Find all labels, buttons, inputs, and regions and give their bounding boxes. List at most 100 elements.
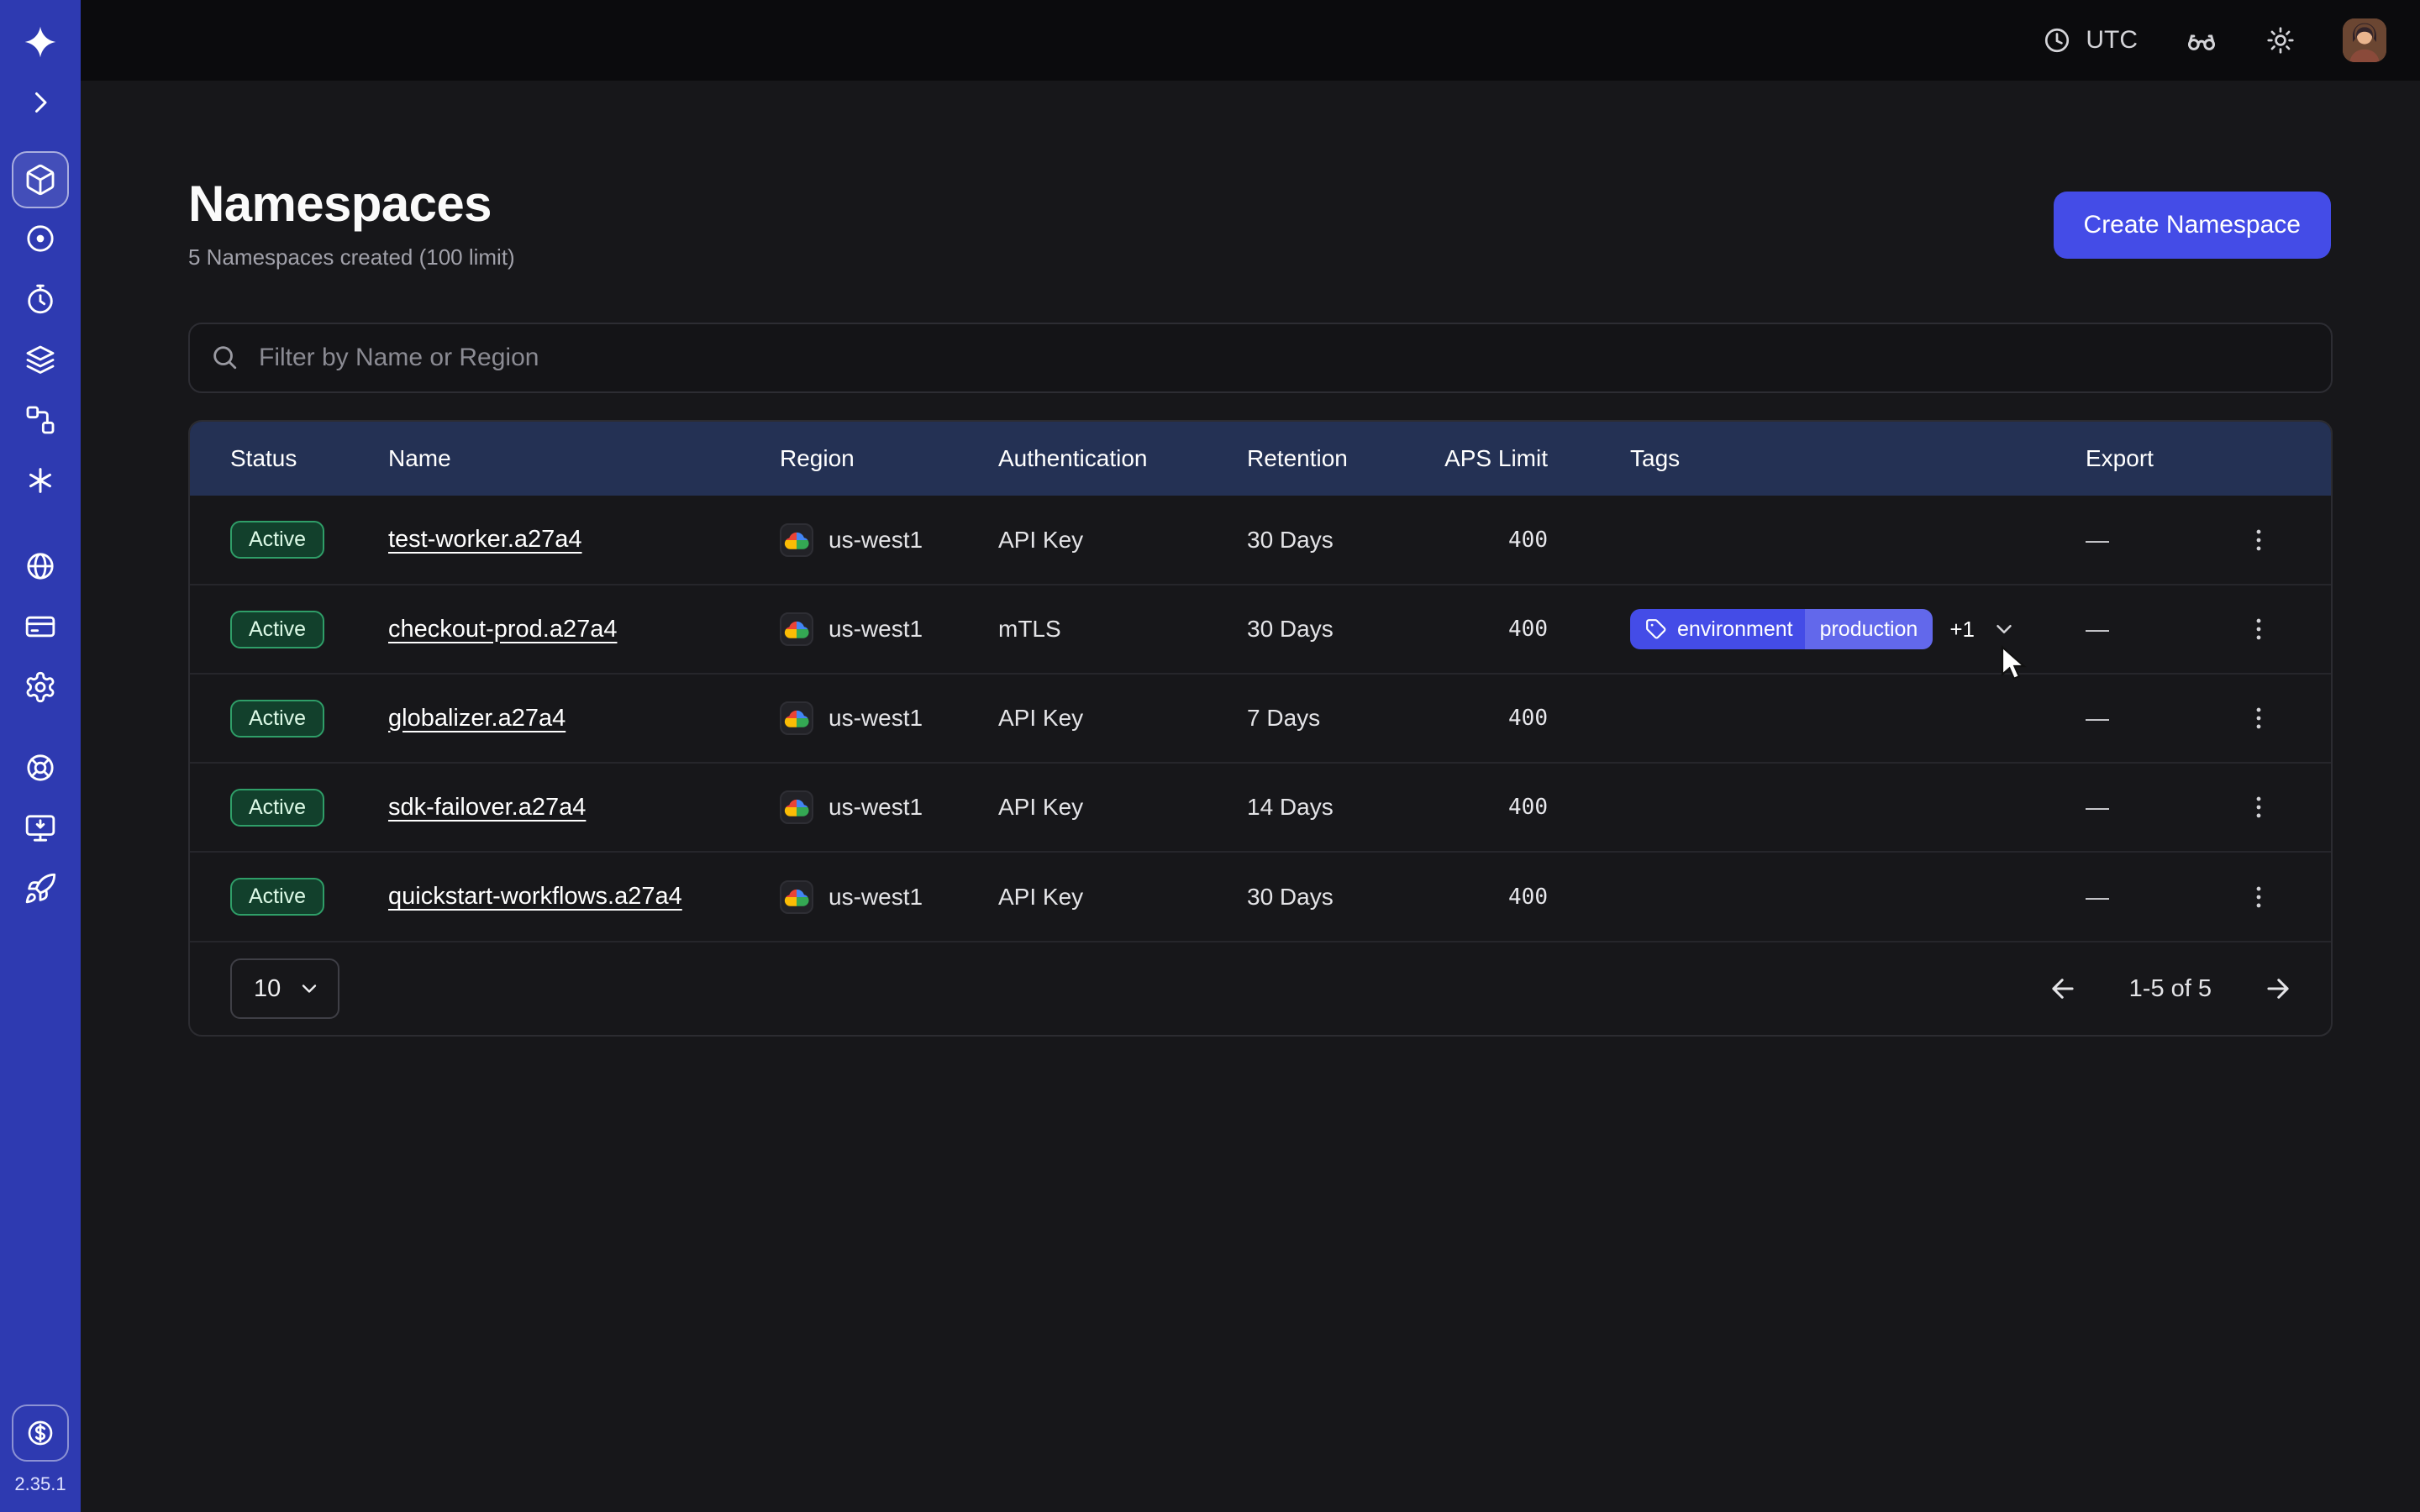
page-size-select[interactable]: 10 <box>230 958 339 1019</box>
aps-limit-cell: 400 <box>1392 585 1590 674</box>
sidebar-item-namespaces[interactable] <box>12 151 69 208</box>
authentication-cell: mTLS <box>958 585 1207 674</box>
aps-limit-cell: 400 <box>1392 674 1590 763</box>
sidebar-item-settings[interactable] <box>10 657 71 717</box>
status-badge: Active <box>230 521 324 559</box>
gcp-cloud-icon <box>780 790 813 824</box>
tag-icon <box>1645 618 1667 640</box>
sidebar-expand-button[interactable] <box>10 72 71 133</box>
actions-cell <box>2183 674 2333 763</box>
export-value: — <box>2086 884 2109 910</box>
status-cell: Active <box>190 496 348 585</box>
namespace-link[interactable]: checkout-prod.a27a4 <box>388 616 617 643</box>
theme-toggle-button[interactable] <box>2265 25 2296 55</box>
export-value: — <box>2086 705 2109 731</box>
authentication-cell: API Key <box>958 852 1207 941</box>
glasses-icon <box>2185 24 2218 57</box>
actions-cell <box>2183 763 2333 852</box>
arrow-right-icon <box>2262 973 2294 1005</box>
retention-cell: 7 Days <box>1207 674 1392 763</box>
table-header-row: StatusNameRegionAuthenticationRetentionA… <box>190 422 2333 496</box>
status-cell: Active <box>190 852 348 941</box>
pagination-range: 1-5 of 5 <box>2129 975 2212 1003</box>
sidebar-item-onboarding[interactable] <box>10 858 71 919</box>
topbar: UTC <box>81 0 2420 81</box>
create-namespace-button[interactable]: Create Namespace <box>2054 192 2331 259</box>
gear-icon <box>24 670 57 704</box>
actions-cell <box>2183 585 2333 674</box>
status-badge: Active <box>230 789 324 827</box>
namespace-link[interactable]: quickstart-workflows.a27a4 <box>388 883 682 910</box>
region-cell: us-west1 <box>739 763 958 852</box>
retention-cell: 14 Days <box>1207 763 1392 852</box>
export-cell: — <box>2045 852 2183 941</box>
aps-limit-cell: 400 <box>1392 496 1590 585</box>
sun-icon <box>2265 25 2296 55</box>
column-header-export: Export <box>2045 422 2183 496</box>
tags-expand-chevron-icon[interactable] <box>1991 617 2017 642</box>
namespace-link[interactable]: sdk-failover.a27a4 <box>388 794 586 821</box>
column-header-status: Status <box>190 422 348 496</box>
row-menu-button[interactable] <box>2233 872 2284 922</box>
table-footer: 10 1-5 of 5 <box>190 941 2331 1035</box>
export-cell: — <box>2045 763 2183 852</box>
region-cell: us-west1 <box>739 674 958 763</box>
table-row: Activetest-worker.a27a4us-west1API Key30… <box>190 496 2333 585</box>
sidebar-item-deployments[interactable] <box>10 329 71 390</box>
sidebar-item-getting-started[interactable] <box>10 798 71 858</box>
docs-button[interactable] <box>2185 24 2218 57</box>
namespaces-table: StatusNameRegionAuthenticationRetentionA… <box>188 420 2333 1037</box>
sidebar-item-nexus[interactable] <box>10 450 71 511</box>
export-cell: — <box>2045 585 2183 674</box>
row-menu-button[interactable] <box>2233 693 2284 743</box>
filter-input[interactable] <box>188 323 2333 393</box>
namespace-link[interactable]: globalizer.a27a4 <box>388 705 566 732</box>
tags-more-count: +1 <box>1949 617 1975 643</box>
status-cell: Active <box>190 585 348 674</box>
app-version: 2.35.1 <box>14 1473 66 1495</box>
column-header-name: Name <box>348 422 739 496</box>
row-menu-button[interactable] <box>2233 782 2284 832</box>
tags-cell <box>1590 763 2045 852</box>
export-value: — <box>2086 616 2109 642</box>
tag-chip[interactable]: environmentproduction <box>1630 609 1933 649</box>
prev-page-button[interactable] <box>2047 973 2079 1005</box>
tags-cell <box>1590 674 2045 763</box>
sidebar-item-support[interactable] <box>10 738 71 798</box>
timezone-label: UTC <box>2086 26 2138 55</box>
monitor-share-icon <box>24 811 57 845</box>
timezone-selector[interactable]: UTC <box>2042 25 2138 55</box>
table-body: Activetest-worker.a27a4us-west1API Key30… <box>190 496 2333 941</box>
gcp-cloud-icon <box>780 880 813 914</box>
clock-icon <box>2042 25 2072 55</box>
lifebuoy-icon <box>24 751 57 785</box>
namespace-link[interactable]: test-worker.a27a4 <box>388 526 582 553</box>
sidebar-usage-button[interactable] <box>12 1404 69 1462</box>
aps-limit-cell: 400 <box>1392 852 1590 941</box>
sidebar-item-billing[interactable] <box>10 596 71 657</box>
workflow-icon <box>24 403 57 437</box>
user-avatar[interactable] <box>2343 18 2386 62</box>
authentication-cell: API Key <box>958 674 1207 763</box>
temporal-logo-icon <box>10 12 71 72</box>
actions-cell <box>2183 496 2333 585</box>
region-cell: us-west1 <box>739 496 958 585</box>
status-cell: Active <box>190 763 348 852</box>
page-size-value: 10 <box>254 975 281 1003</box>
row-menu-button[interactable] <box>2233 515 2284 565</box>
sidebar-item-regions[interactable] <box>10 536 71 596</box>
retention-cell: 30 Days <box>1207 496 1392 585</box>
actions-cell <box>2183 852 2333 941</box>
sidebar-item-workflows[interactable] <box>10 390 71 450</box>
chevron-right-icon <box>25 87 55 118</box>
region-label: us-west1 <box>829 705 923 732</box>
layers-icon <box>24 343 57 376</box>
box-icon <box>24 163 57 197</box>
sidebar-item-schedules[interactable] <box>10 269 71 329</box>
sidebar-item-monitor[interactable] <box>10 208 71 269</box>
next-page-button[interactable] <box>2262 973 2294 1005</box>
status-cell: Active <box>190 674 348 763</box>
name-cell: checkout-prod.a27a4 <box>348 585 739 674</box>
table-row: Activesdk-failover.a27a4us-west1API Key1… <box>190 763 2333 852</box>
row-menu-button[interactable] <box>2233 604 2284 654</box>
